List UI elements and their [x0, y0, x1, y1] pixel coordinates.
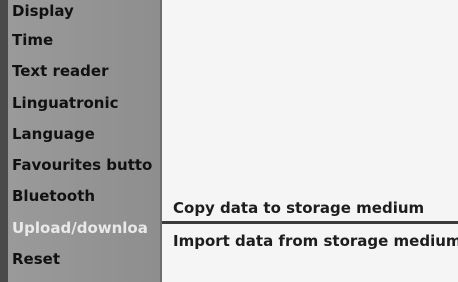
left-edge-strip	[0, 0, 8, 282]
settings-menu: Display Time Text reader Linguatronic La…	[8, 0, 162, 282]
settings-screen: Display Time Text reader Linguatronic La…	[0, 0, 458, 282]
menu-item-display[interactable]: Display	[8, 0, 160, 25]
menu-item-bluetooth[interactable]: Bluetooth	[8, 181, 160, 212]
menu-item-reset[interactable]: Reset	[8, 244, 160, 275]
menu-item-text-reader[interactable]: Text reader	[8, 56, 160, 87]
menu-item-linguatronic[interactable]: Linguatronic	[8, 88, 160, 119]
menu-item-time[interactable]: Time	[8, 25, 160, 56]
settings-menu-list: Display Time Text reader Linguatronic La…	[8, 0, 160, 275]
submenu-panel: Copy data to storage medium Import data …	[162, 0, 458, 282]
import-data-option[interactable]: Import data from storage medium	[162, 227, 458, 255]
copy-data-option[interactable]: Copy data to storage medium	[162, 196, 458, 220]
menu-item-favourites-button[interactable]: Favourites butto	[8, 150, 160, 181]
submenu-divider	[162, 221, 458, 224]
menu-item-upload-download[interactable]: Upload/downloa	[8, 213, 160, 244]
menu-item-language[interactable]: Language	[8, 119, 160, 150]
